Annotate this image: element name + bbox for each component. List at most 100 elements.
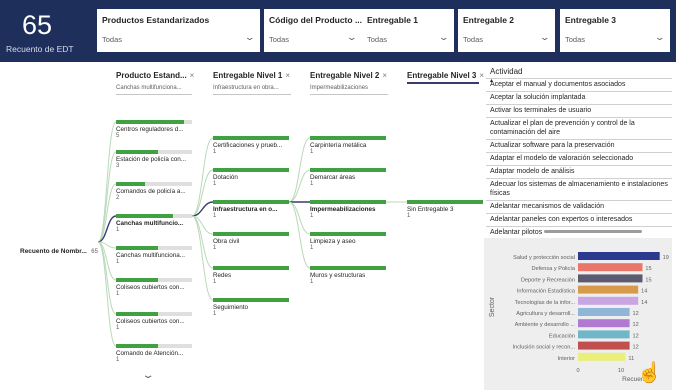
tree-node[interactable]: Canchas multifunciona... 1 <box>116 246 192 265</box>
chevron-down-icon[interactable]: ⌄ <box>141 370 154 381</box>
kpi-value: 65 <box>22 10 53 40</box>
actividad-item[interactable]: Aceptar el manual y documentos asociados <box>486 78 672 91</box>
tree-link <box>288 137 311 203</box>
tree-node[interactable]: Impermeabilizaciones 1 <box>310 200 386 219</box>
tree-link <box>288 169 311 203</box>
actividad-item[interactable]: Adelantar mecanismos de validación <box>486 200 672 213</box>
chevron-down-icon[interactable]: ⌄ <box>655 32 666 43</box>
chevron-down-icon[interactable]: ⌄ <box>245 32 256 43</box>
tree-node[interactable]: Coliseos cubiertos con... 1 <box>116 278 192 297</box>
sector-bar[interactable] <box>578 296 639 305</box>
chevron-down-icon[interactable]: ⌄ <box>439 32 450 43</box>
tree-node[interactable]: Limpieza y aseo 1 <box>310 232 386 251</box>
actividad-item[interactable]: Adaptar modelo de análisis <box>486 165 672 178</box>
node-value: 1 <box>213 181 217 187</box>
node-bar-track <box>310 200 386 204</box>
node-bar-track <box>116 246 192 250</box>
node-value: 1 <box>116 227 120 233</box>
node-label: Carpintería metálica <box>310 142 367 149</box>
sector-bar[interactable] <box>578 285 639 294</box>
tree-header-divider <box>310 94 388 95</box>
node-value: 1 <box>310 213 314 219</box>
actividad-items: Aceptar el manual y documentos asociados… <box>486 78 672 236</box>
sector-bar[interactable] <box>578 352 626 361</box>
actividad-item[interactable]: Adaptar el modelo de valoración seleccio… <box>486 152 672 165</box>
node-value: 2 <box>116 195 120 201</box>
node-bar-fill <box>213 298 289 302</box>
node-label: Sin Entregable 3 <box>407 206 454 213</box>
close-icon[interactable]: × <box>479 71 484 80</box>
tree-node[interactable]: Seguimiento 1 <box>213 298 289 317</box>
node-bar-fill <box>116 312 158 316</box>
node-bar-fill <box>116 214 173 218</box>
slicer-title: Entregable 2 <box>463 15 515 25</box>
node-bar-fill <box>310 266 386 270</box>
slicer-productos-estandarizados[interactable]: Productos Estandarizados Todas ⌄ <box>97 9 260 52</box>
tree-root-node[interactable]: Recuento de Nombr... 65 <box>20 240 100 258</box>
slicer-codigo-producto[interactable]: Código del Producto ... Todas ⌄ <box>264 9 362 52</box>
close-icon[interactable]: × <box>382 71 387 80</box>
tree-node[interactable]: Certificaciones y prueb... 1 <box>213 136 289 155</box>
slicer-title: Código del Producto ... <box>269 15 363 25</box>
actividad-item[interactable]: Actualizar software para la preservación <box>486 139 672 152</box>
sector-bar[interactable] <box>578 341 630 350</box>
sector-bar[interactable] <box>578 252 660 260</box>
actividad-item[interactable]: Adecuar los sistemas de almacenamiento e… <box>486 178 672 200</box>
sector-bar[interactable] <box>578 319 630 328</box>
tree-header-label: Entregable Nivel 2 <box>310 71 380 80</box>
slicer-entregable-2[interactable]: Entregable 2 Todas ⌄ <box>458 9 555 52</box>
node-value: 1 <box>116 259 120 265</box>
actividad-item[interactable]: Actualizar el plan de prevención y contr… <box>486 117 672 139</box>
chevron-down-icon[interactable]: ⌄ <box>540 32 551 43</box>
horizontal-scrollbar[interactable] <box>544 230 642 233</box>
tree-node[interactable]: Sin Entregable 31 <box>407 200 483 219</box>
close-icon[interactable]: × <box>190 71 195 80</box>
tree-node[interactable]: Carpintería metálica 1 <box>310 136 386 155</box>
slicer-value: Todas <box>367 35 388 44</box>
node-bar-fill <box>310 232 386 236</box>
category-label: Tecnologías de la infor... <box>515 300 576 306</box>
node-value: 1 <box>213 245 217 251</box>
chevron-down-icon[interactable]: ⌄ <box>347 32 358 43</box>
node-label: Seguimiento <box>213 304 249 311</box>
tree-link <box>97 241 117 347</box>
tree-node[interactable]: Infraestructura en o... 1 <box>213 200 289 219</box>
node-label: Canchas multifuncio... <box>116 220 184 227</box>
node-value: 1 <box>116 291 120 297</box>
tree-node[interactable]: Dotación 1 <box>213 168 289 187</box>
tree-header-label: Entregable Nivel 3 <box>407 71 477 80</box>
tree-node[interactable]: Redes 1 <box>213 266 289 285</box>
node-bar-fill <box>407 200 483 204</box>
node-bar-track <box>116 312 192 316</box>
tree-node[interactable]: Comando de Atención... 1 <box>116 344 192 363</box>
tree-node[interactable]: Canchas multifuncio... 1 <box>116 214 192 233</box>
sector-bar[interactable] <box>578 330 630 339</box>
data-label: 15 <box>645 266 651 272</box>
tree-node[interactable]: Muros y estructuras 1 <box>310 266 386 285</box>
tree-node[interactable]: Demarcar áreas 1 <box>310 168 386 187</box>
tree-node[interactable]: Coliseos cubiertos con... 1 <box>116 312 192 331</box>
tree-node[interactable]: Obra civil 1 <box>213 232 289 251</box>
slicer-entregable-1[interactable]: Entregable 1 Todas ⌄ <box>362 9 454 52</box>
sector-bar[interactable] <box>578 263 643 272</box>
sort-up-icon[interactable]: ▴ <box>490 77 493 84</box>
node-bar-fill <box>116 344 158 348</box>
tree-header-divider <box>213 94 291 95</box>
tree-node[interactable]: Centros reguladores d... 5 <box>116 120 192 139</box>
close-icon[interactable]: × <box>285 71 290 80</box>
tree-node[interactable]: Comandos de policía a... 2 <box>116 182 192 201</box>
node-value: 1 <box>407 213 411 219</box>
actividad-item[interactable]: Aceptar la solución implantada <box>486 91 672 104</box>
node-label: Muros y estructuras <box>310 272 366 279</box>
slicer-value: Todas <box>565 35 586 44</box>
tree-header-producto: Producto Estand... × <box>116 71 194 80</box>
slicer-entregable-3[interactable]: Entregable 3 Todas ⌄ <box>560 9 670 52</box>
actividad-item[interactable]: Adelantar paneles con expertos o interes… <box>486 213 672 226</box>
data-label: 12 <box>632 322 638 328</box>
sector-bar[interactable] <box>578 274 643 283</box>
node-value: 1 <box>213 149 217 155</box>
tree-node[interactable]: Estación de policía con... 3 <box>116 150 192 169</box>
tree-link <box>97 121 117 243</box>
actividad-item[interactable]: Activar los terminales de usuario <box>486 104 672 117</box>
sector-bar[interactable] <box>578 308 630 316</box>
